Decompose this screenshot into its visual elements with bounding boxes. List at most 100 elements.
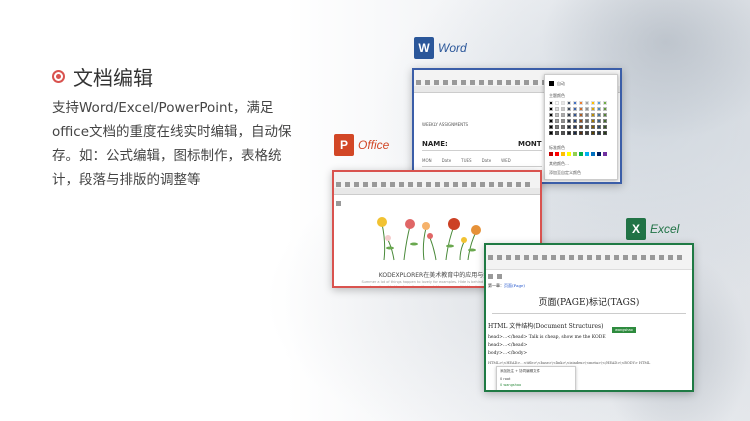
color-swatch[interactable] bbox=[567, 131, 571, 135]
color-swatch[interactable] bbox=[555, 131, 559, 135]
feature-title: 文档编辑 bbox=[73, 66, 153, 90]
color-swatch[interactable] bbox=[567, 119, 571, 123]
color-swatch[interactable] bbox=[603, 101, 607, 105]
color-swatch[interactable] bbox=[579, 125, 583, 129]
feature-description: 支持Word/Excel/PowerPoint，满足office文档的重度在线实… bbox=[52, 100, 292, 188]
color-swatch[interactable] bbox=[603, 131, 607, 135]
color-picker-panel[interactable]: 自动 主题颜色 标准颜色 其他颜色… 添加至自定义颜色 bbox=[544, 74, 618, 180]
color-swatch[interactable] bbox=[585, 131, 589, 135]
popup-line[interactable]: 添加批注 + 协同编辑文件 bbox=[500, 369, 540, 374]
excel-label: Excel bbox=[650, 222, 680, 236]
color-swatch[interactable] bbox=[549, 119, 553, 123]
color-swatch[interactable] bbox=[597, 131, 601, 135]
breadcrumb-link[interactable]: 页面(Page) bbox=[504, 283, 525, 288]
color-swatch[interactable] bbox=[567, 107, 571, 111]
color-swatch[interactable] bbox=[585, 107, 589, 111]
color-swatch[interactable] bbox=[591, 119, 595, 123]
color-swatch[interactable] bbox=[573, 119, 577, 123]
color-swatch[interactable] bbox=[603, 152, 607, 156]
color-swatch[interactable] bbox=[561, 101, 565, 105]
excel-window: 第一章：页面(Page) 页面(PAGE)标记(TAGS) HTML 文件结构(… bbox=[484, 243, 694, 392]
color-swatch[interactable] bbox=[555, 125, 559, 129]
color-swatch[interactable] bbox=[579, 152, 583, 156]
color-swatch[interactable] bbox=[561, 119, 565, 123]
color-swatch[interactable] bbox=[567, 101, 571, 105]
excel-toolbar bbox=[486, 245, 692, 279]
color-swatch[interactable] bbox=[585, 113, 589, 117]
color-swatch[interactable] bbox=[597, 101, 601, 105]
color-swatch[interactable] bbox=[579, 113, 583, 117]
code-line: head>...</head> Talk is cheap, show me t… bbox=[488, 335, 606, 340]
color-swatch[interactable] bbox=[591, 152, 595, 156]
excel-icon: X bbox=[626, 218, 646, 240]
color-swatch[interactable] bbox=[573, 107, 577, 111]
auto-color-option[interactable]: 自动 bbox=[557, 81, 565, 87]
popup-line[interactable]: 0 wangshao bbox=[500, 383, 521, 387]
color-swatch[interactable] bbox=[573, 152, 577, 156]
user-tag-badge: wangshao bbox=[612, 327, 636, 333]
color-swatch[interactable] bbox=[561, 152, 565, 156]
color-swatch[interactable] bbox=[591, 131, 595, 135]
color-swatch[interactable] bbox=[561, 125, 565, 129]
color-swatch[interactable] bbox=[555, 152, 559, 156]
color-swatch[interactable] bbox=[573, 131, 577, 135]
color-swatch[interactable] bbox=[549, 107, 553, 111]
color-swatch[interactable] bbox=[549, 113, 553, 117]
color-swatch[interactable] bbox=[567, 113, 571, 117]
color-swatch[interactable] bbox=[603, 107, 607, 111]
color-swatch[interactable] bbox=[567, 152, 571, 156]
flower-illustration bbox=[377, 217, 481, 261]
color-swatch[interactable] bbox=[597, 152, 601, 156]
office-toolbar bbox=[334, 172, 540, 206]
color-swatch[interactable] bbox=[573, 113, 577, 117]
color-swatch[interactable] bbox=[561, 113, 565, 117]
word-table-row: MON Date TUES Date WED bbox=[422, 158, 511, 163]
color-swatch[interactable] bbox=[555, 113, 559, 117]
color-swatch[interactable] bbox=[561, 131, 565, 135]
color-swatch[interactable] bbox=[585, 152, 589, 156]
color-swatch[interactable] bbox=[597, 107, 601, 111]
office-ruler bbox=[334, 188, 540, 195]
color-swatch[interactable] bbox=[549, 101, 553, 105]
excel-app-label: X Excel bbox=[626, 218, 679, 240]
color-swatch[interactable] bbox=[585, 125, 589, 129]
color-swatch[interactable] bbox=[585, 101, 589, 105]
theme-colors-label: 主题颜色 bbox=[549, 93, 565, 98]
color-swatch[interactable] bbox=[579, 131, 583, 135]
color-swatch[interactable] bbox=[591, 101, 595, 105]
standard-colors-label: 标准颜色 bbox=[549, 145, 565, 150]
color-swatch[interactable] bbox=[555, 119, 559, 123]
tag-line: HTML>\<HEAD>...<title>\<base>\<link>\<is… bbox=[488, 361, 651, 365]
color-swatch[interactable] bbox=[549, 131, 553, 135]
code-line: body>...</body> bbox=[488, 351, 528, 356]
color-swatch[interactable] bbox=[585, 119, 589, 123]
color-swatch[interactable] bbox=[591, 125, 595, 129]
color-swatch[interactable] bbox=[579, 119, 583, 123]
color-swatch[interactable] bbox=[573, 125, 577, 129]
color-swatch[interactable] bbox=[561, 107, 565, 111]
color-swatch[interactable] bbox=[603, 113, 607, 117]
color-swatch[interactable] bbox=[579, 101, 583, 105]
color-swatch[interactable] bbox=[549, 152, 553, 156]
feature-title-row: 文档编辑 bbox=[52, 62, 153, 91]
color-swatch[interactable] bbox=[573, 101, 577, 105]
color-swatch[interactable] bbox=[555, 107, 559, 111]
color-swatch[interactable] bbox=[591, 107, 595, 111]
word-icon: W bbox=[414, 37, 434, 59]
code-line: head>...</head> bbox=[488, 343, 528, 348]
color-swatch[interactable] bbox=[549, 125, 553, 129]
color-swatch[interactable] bbox=[597, 119, 601, 123]
color-swatch[interactable] bbox=[603, 119, 607, 123]
color-swatch[interactable] bbox=[591, 113, 595, 117]
color-swatch[interactable] bbox=[597, 125, 601, 129]
word-doc-heading: WEEKLY ASSIGNMENTS bbox=[422, 122, 469, 127]
color-swatch[interactable] bbox=[597, 113, 601, 117]
add-custom-color-option[interactable]: 添加至自定义颜色 bbox=[549, 170, 581, 176]
comment-popup[interactable]: 添加批注 + 协同编辑文件 0 root 0 wangshao bbox=[496, 366, 576, 390]
color-swatch[interactable] bbox=[567, 125, 571, 129]
color-swatch[interactable] bbox=[555, 101, 559, 105]
color-swatch[interactable] bbox=[603, 125, 607, 129]
more-colors-option[interactable]: 其他颜色… bbox=[549, 161, 569, 167]
color-swatch[interactable] bbox=[579, 107, 583, 111]
popup-line[interactable]: 0 root bbox=[500, 377, 510, 381]
